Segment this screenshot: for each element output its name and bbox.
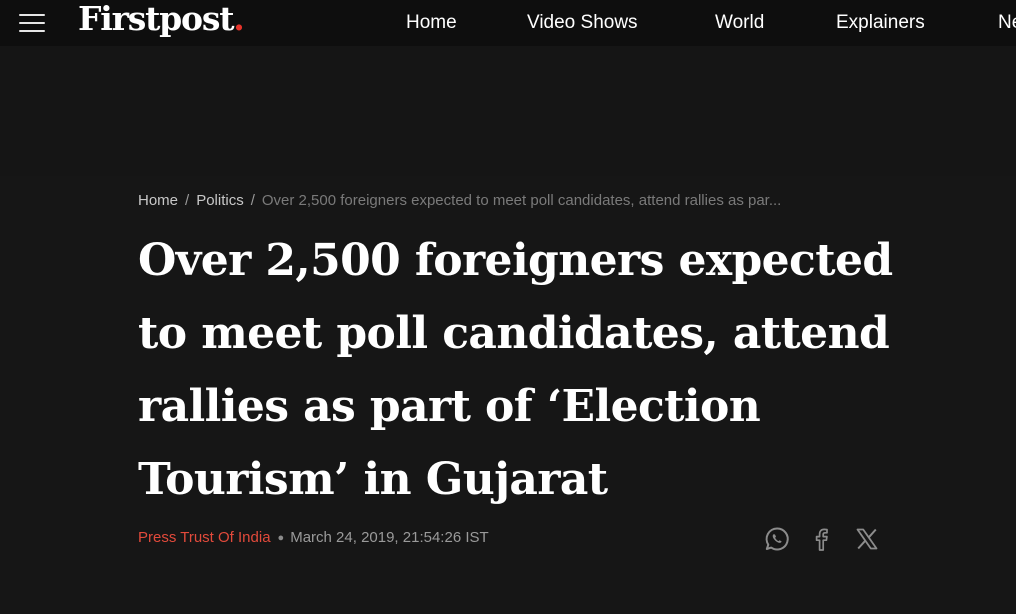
site-logo[interactable]: Firstpost. bbox=[78, 0, 245, 38]
nav-item-news[interactable]: News bbox=[998, 12, 1016, 34]
breadcrumb-home[interactable]: Home bbox=[138, 192, 178, 209]
author-link[interactable]: Press Trust Of India bbox=[138, 529, 271, 546]
x-icon[interactable] bbox=[853, 525, 881, 553]
site-header: Firstpost. Home Video Shows World Explai… bbox=[0, 0, 1016, 46]
nav-item-home[interactable]: Home bbox=[406, 12, 457, 34]
breadcrumb-separator: / bbox=[250, 192, 255, 209]
whatsapp-icon[interactable] bbox=[763, 525, 791, 553]
breadcrumb-current: Over 2,500 foreigners expected to meet p… bbox=[261, 192, 782, 209]
meta-bullet: ● bbox=[277, 532, 285, 544]
article-meta: Press Trust Of India ● March 24, 2019, 21:… bbox=[138, 529, 489, 546]
facebook-icon[interactable] bbox=[808, 525, 836, 553]
nav-item-video-shows[interactable]: Video Shows bbox=[527, 12, 638, 34]
nav-item-explainers[interactable]: Explainers bbox=[836, 12, 925, 34]
breadcrumb-politics[interactable]: Politics bbox=[196, 192, 244, 209]
hero-area bbox=[0, 46, 1016, 176]
article-title: Over 2,500 foreigners expected to meet p… bbox=[138, 235, 893, 505]
breadcrumb: Home / Politics / Over 2,500 foreigners expe… bbox=[138, 192, 884, 209]
publish-date: March 24, 2019, 21:54:26 IST bbox=[290, 529, 489, 546]
nav-item-world[interactable]: World bbox=[715, 12, 764, 34]
breadcrumb-separator: / bbox=[185, 192, 190, 209]
menu-icon[interactable] bbox=[19, 13, 45, 33]
